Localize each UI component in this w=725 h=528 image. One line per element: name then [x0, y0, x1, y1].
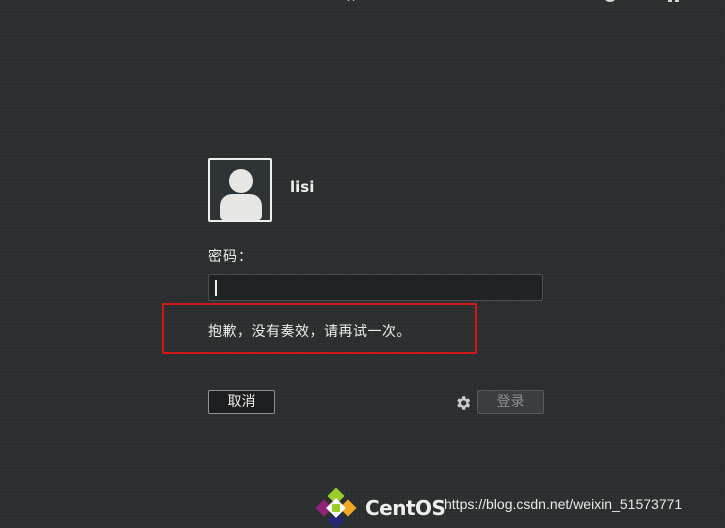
login-button[interactable]: 登录 — [477, 390, 544, 414]
gear-icon[interactable] — [454, 394, 472, 412]
username-label: lisi — [290, 178, 315, 196]
centos-logo-icon — [315, 488, 357, 528]
top-bar-app-icon[interactable]: ✕ — [346, 0, 358, 4]
avatar-body — [220, 194, 262, 220]
cancel-button[interactable]: 取消 — [208, 390, 275, 414]
error-message: 抱歉，没有奏效，请再试一次。 — [208, 324, 411, 340]
text-caret — [215, 280, 217, 296]
watermark-url: https://blog.csdn.net/weixin_51573771 — [444, 496, 683, 512]
avatar-head — [229, 169, 253, 193]
password-input[interactable] — [208, 274, 543, 301]
password-label: 密码： — [208, 249, 253, 265]
user-avatar-icon — [208, 158, 272, 222]
top-bar-status-icon[interactable] — [603, 0, 617, 2]
top-bar-power-icon[interactable] — [668, 0, 688, 2]
centos-logo-text: CentOS — [365, 496, 446, 520]
